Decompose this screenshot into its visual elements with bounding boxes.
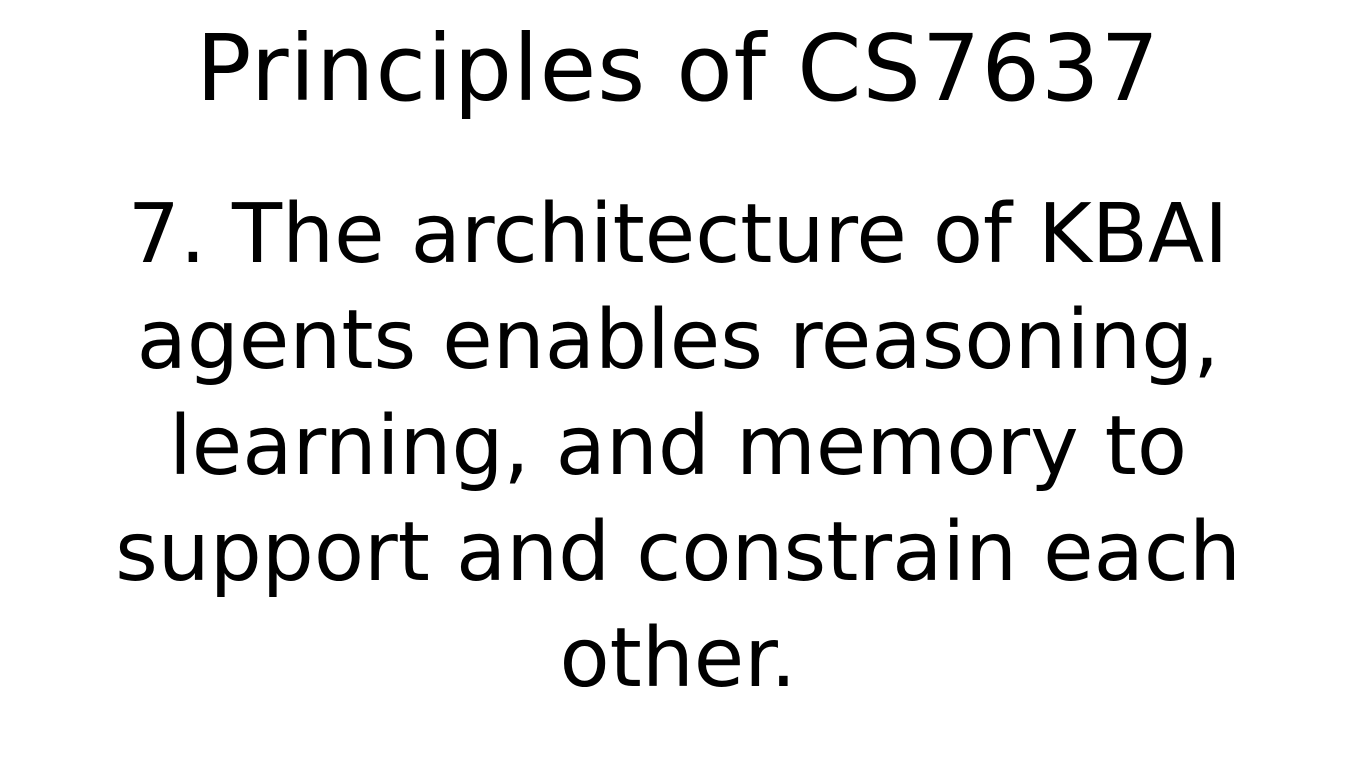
slide-title: Principles of CS7637 [195, 15, 1161, 122]
principle-line-1: 7. The architecture of KBAI [127, 187, 1229, 282]
principle-line-4: support and constrain each [115, 505, 1241, 600]
principle-line-3: learning, and memory to [169, 399, 1187, 494]
principle-line-5: other. [559, 611, 797, 706]
principle-line-2: agents enables reasoning, [136, 293, 1220, 388]
principle-text: 7. The architecture of KBAI agents enabl… [0, 182, 1356, 712]
slide-canvas: Principles of CS7637 7. The architecture… [0, 0, 1356, 758]
